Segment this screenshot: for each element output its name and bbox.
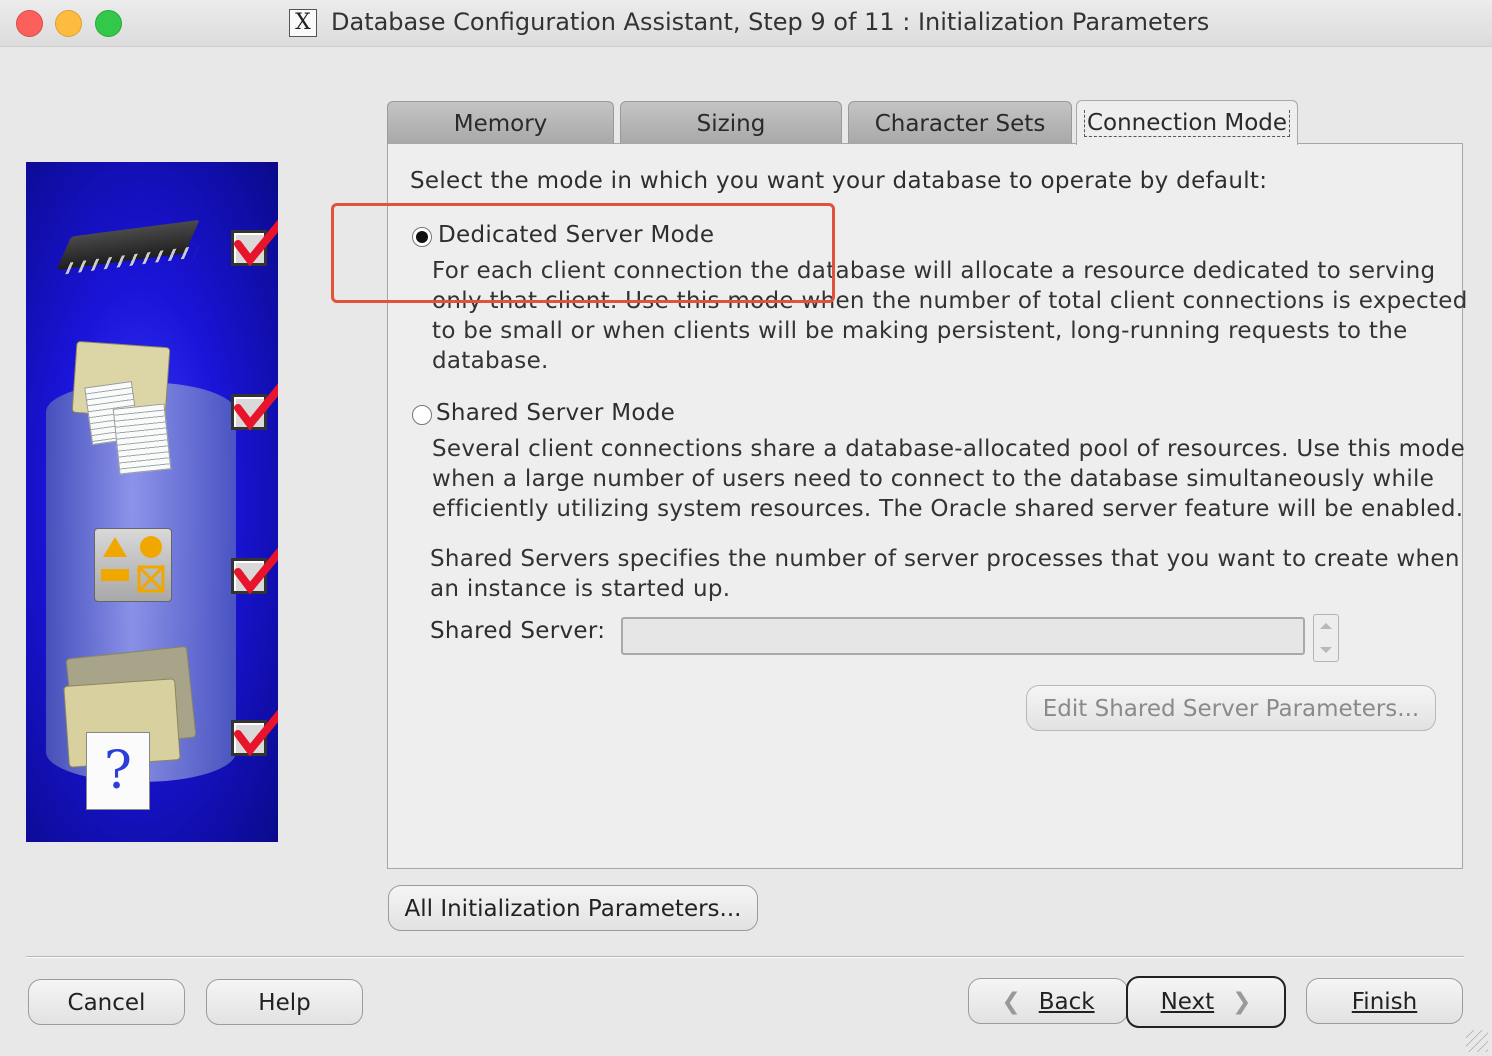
description-line: Shared Servers specifies the number of s… (430, 546, 1460, 572)
window-titlebar: X Database Configuration Assistant, Step… (0, 0, 1492, 47)
shared-server-input[interactable] (621, 617, 1305, 655)
shared-server-description: Several client connections share a datab… (432, 434, 1465, 524)
back-button[interactable]: ❮ Back (968, 978, 1128, 1024)
checkmark-icon (234, 709, 278, 757)
chevron-left-icon: ❮ (1001, 989, 1021, 1015)
checkmark-icon (234, 219, 278, 267)
tab-memory[interactable]: Memory (387, 101, 614, 144)
x11-app-icon: X (289, 9, 317, 37)
finish-button[interactable]: Finish (1306, 978, 1463, 1024)
next-button[interactable]: Next ❯ (1126, 976, 1286, 1028)
annotation-highlight (331, 203, 835, 303)
tab-character-sets-label: Character Sets (874, 111, 1046, 137)
tab-sizing-label: Sizing (696, 111, 766, 137)
back-button-label: Back (1038, 989, 1095, 1015)
description-line: database. (432, 348, 549, 374)
description-line: to be small or when clients will be maki… (432, 318, 1408, 344)
description-line: when a large number of users need to con… (432, 466, 1435, 492)
tab-connection-mode[interactable]: Connection Mode (1076, 100, 1298, 145)
zoom-window-button[interactable] (95, 10, 122, 37)
shared-servers-note: Shared Servers specifies the number of s… (430, 544, 1460, 604)
resize-grip-icon[interactable] (1466, 1030, 1488, 1052)
checkmark-icon (234, 383, 278, 431)
shared-server-spinner[interactable] (1313, 614, 1339, 662)
minimize-window-button[interactable] (55, 10, 82, 37)
shapes-icon (94, 528, 172, 602)
help-button[interactable]: Help (206, 979, 363, 1025)
wizard-side-image: ? (26, 162, 278, 842)
next-button-label: Next (1160, 989, 1215, 1015)
document-page-graphic (112, 403, 172, 475)
shared-server-label[interactable]: Shared Server Mode (436, 400, 675, 426)
tab-sizing[interactable]: Sizing (620, 101, 842, 144)
tab-connection-mode-label: Connection Mode (1083, 110, 1291, 137)
finish-button-label: Finish (1351, 989, 1418, 1015)
cancel-button[interactable]: Cancel (28, 979, 185, 1025)
mode-prompt: Select the mode in which you want your d… (410, 168, 1268, 194)
window-title: Database Configuration Assistant, Step 9… (331, 8, 1210, 36)
description-line: efficiently utilizing system resources. … (432, 496, 1464, 522)
footer-separator (26, 956, 1464, 958)
close-window-button[interactable] (16, 10, 43, 37)
shared-server-field-label: Shared Server: (430, 618, 606, 644)
spinner-up-icon[interactable] (1320, 623, 1332, 629)
tab-memory-label: Memory (453, 111, 548, 137)
question-document-icon: ? (86, 732, 150, 810)
description-line: an instance is started up. (430, 576, 731, 602)
edit-shared-server-parameters-button[interactable]: Edit Shared Server Parameters... (1026, 685, 1436, 731)
tab-character-sets[interactable]: Character Sets (848, 101, 1072, 144)
spinner-down-icon[interactable] (1320, 647, 1332, 653)
all-initialization-parameters-button[interactable]: All Initialization Parameters... (388, 885, 758, 931)
description-line: Several client connections share a datab… (432, 436, 1466, 462)
checkmark-icon (234, 547, 278, 595)
chevron-right-icon: ❯ (1232, 989, 1252, 1015)
shared-server-radio[interactable] (412, 405, 432, 425)
